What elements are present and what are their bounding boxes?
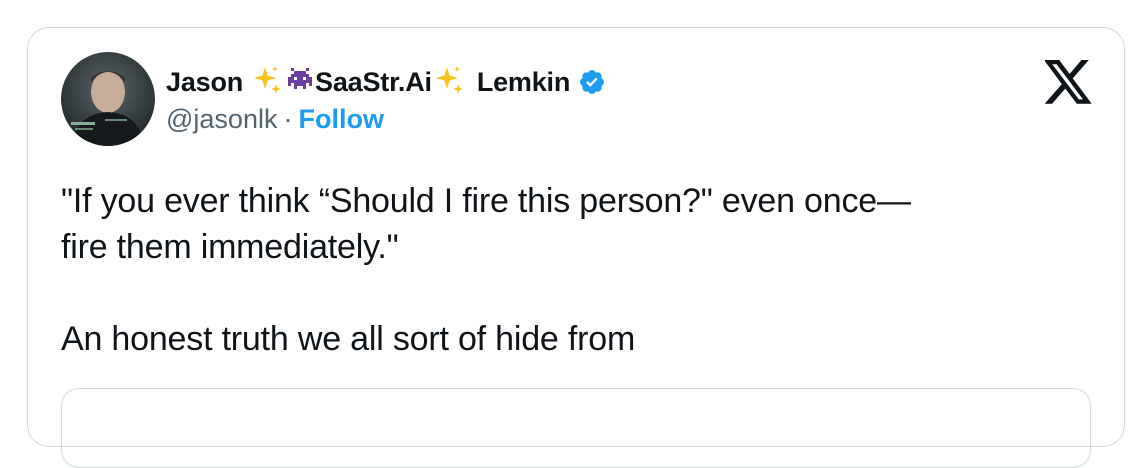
x-logo-icon[interactable] <box>1044 60 1093 104</box>
sparkles-icon <box>433 64 465 101</box>
tweet-text-paragraph-2: An honest truth we all sort of hide from <box>61 320 636 358</box>
tweet-text-line-1: "If you ever think “Should I fire this p… <box>61 182 911 220</box>
tweet-text: "If you ever think “Should I fire this p… <box>61 178 1101 362</box>
sparkles-icon <box>251 64 283 101</box>
quoted-tweet-card[interactable] <box>61 388 1091 468</box>
author-name-last: Lemkin <box>476 66 571 97</box>
separator-dot: · <box>283 104 293 134</box>
verified-badge-icon <box>578 68 606 96</box>
author-name-brand: SaaStr.Ai <box>315 66 432 97</box>
author-name[interactable]: Jason SaaStr.Ai Lemkin <box>166 62 606 102</box>
author-name-first: Jason <box>166 66 244 97</box>
author-handle[interactable]: @jasonlk <box>166 104 277 135</box>
tweet-text-line-2: fire them immediately." <box>61 228 399 266</box>
alien-monster-icon <box>285 65 315 100</box>
tweet-card[interactable]: Jason SaaStr.Ai Lemkin @jasonlk · Follow… <box>27 27 1125 468</box>
avatar[interactable] <box>61 52 155 146</box>
author-meta: @jasonlk · Follow <box>166 104 384 135</box>
follow-button[interactable]: Follow <box>298 104 383 135</box>
